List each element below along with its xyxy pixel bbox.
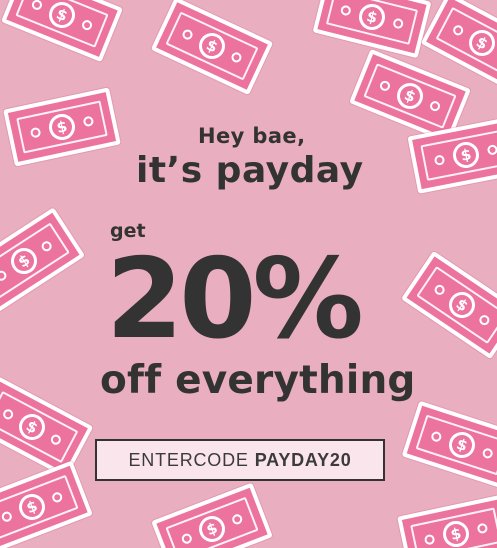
discount-text: 20% — [106, 235, 364, 364]
greeting-text: Hey bae, — [198, 124, 306, 148]
headline-text: it’s payday — [136, 150, 364, 191]
promo-copy: Hey bae, it’s payday get 20% off everyth… — [0, 0, 497, 548]
promo-code-value: PAYDAY20 — [254, 449, 352, 470]
promo-banner[interactable]: $ $ $ $ $ $ $ $ $ $ $ $ $ $ Hey bae, it’… — [0, 0, 497, 548]
promo-code-box[interactable]: ENTERCODE PAYDAY20 — [95, 439, 385, 481]
offer-text: off everything — [100, 358, 416, 403]
code-prefix-label: ENTERCODE — [128, 449, 249, 470]
